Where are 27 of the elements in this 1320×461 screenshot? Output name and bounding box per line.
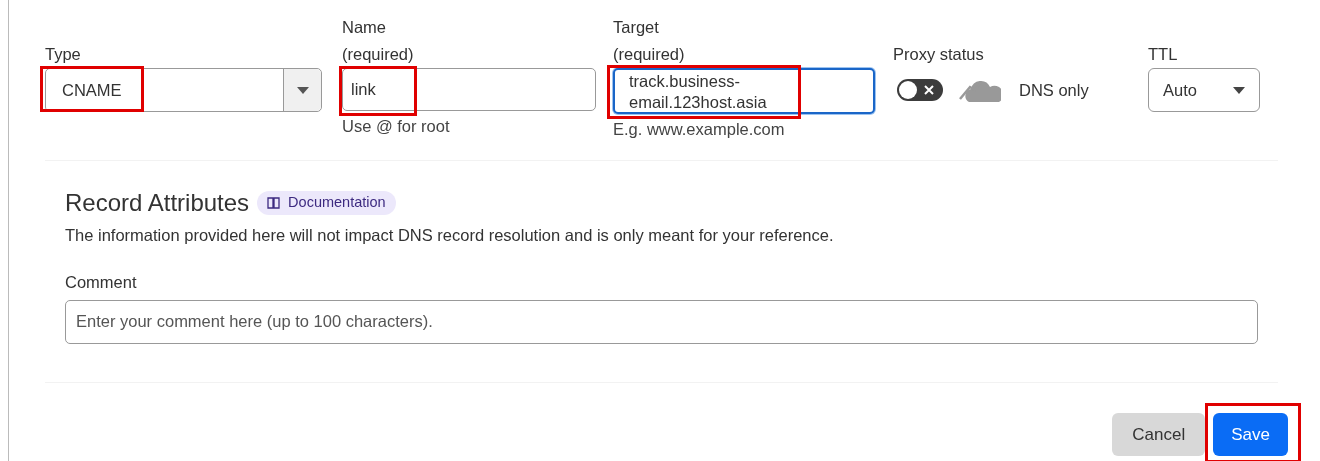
field-label: Target [613, 17, 660, 38]
comment-field[interactable]: Enter your comment here (up to 100 characters). [65, 299, 1258, 344]
book-icon [267, 197, 281, 209]
section-title: Record Attributes [65, 188, 250, 218]
comment-label: Comment [65, 271, 138, 293]
field-label: Type [45, 44, 82, 65]
field-hint: Use @ for root [342, 116, 451, 137]
section-description: The information provided here will not impact DNS record resolution and is only meant for your reference. [65, 225, 835, 246]
field-label: Name [342, 17, 387, 38]
select-value: Auto [1163, 79, 1197, 101]
caret-icon [296, 86, 309, 94]
caret-icon [1233, 86, 1245, 94]
field-label: TTL [1148, 44, 1179, 65]
save-button[interactable]: Save [1213, 413, 1288, 456]
x-icon [922, 83, 936, 97]
field-hint: E.g. www.example.com [613, 119, 786, 140]
field-value: link [350, 79, 376, 101]
field-label: Proxy status [893, 44, 985, 65]
required-label: (required) [342, 44, 415, 65]
required-label: (required) [613, 44, 686, 65]
proxy-toggle[interactable] [897, 79, 943, 101]
proxy-status-text: DNS only [1019, 79, 1089, 101]
cancel-button[interactable]: Cancel [1112, 413, 1206, 456]
documentation-link[interactable]: Documentation [257, 191, 396, 215]
ttl-select[interactable]: Auto [1148, 68, 1260, 112]
select-value: CNAME [61, 79, 123, 101]
field-value: track.business-email.123host.asia [629, 71, 768, 113]
